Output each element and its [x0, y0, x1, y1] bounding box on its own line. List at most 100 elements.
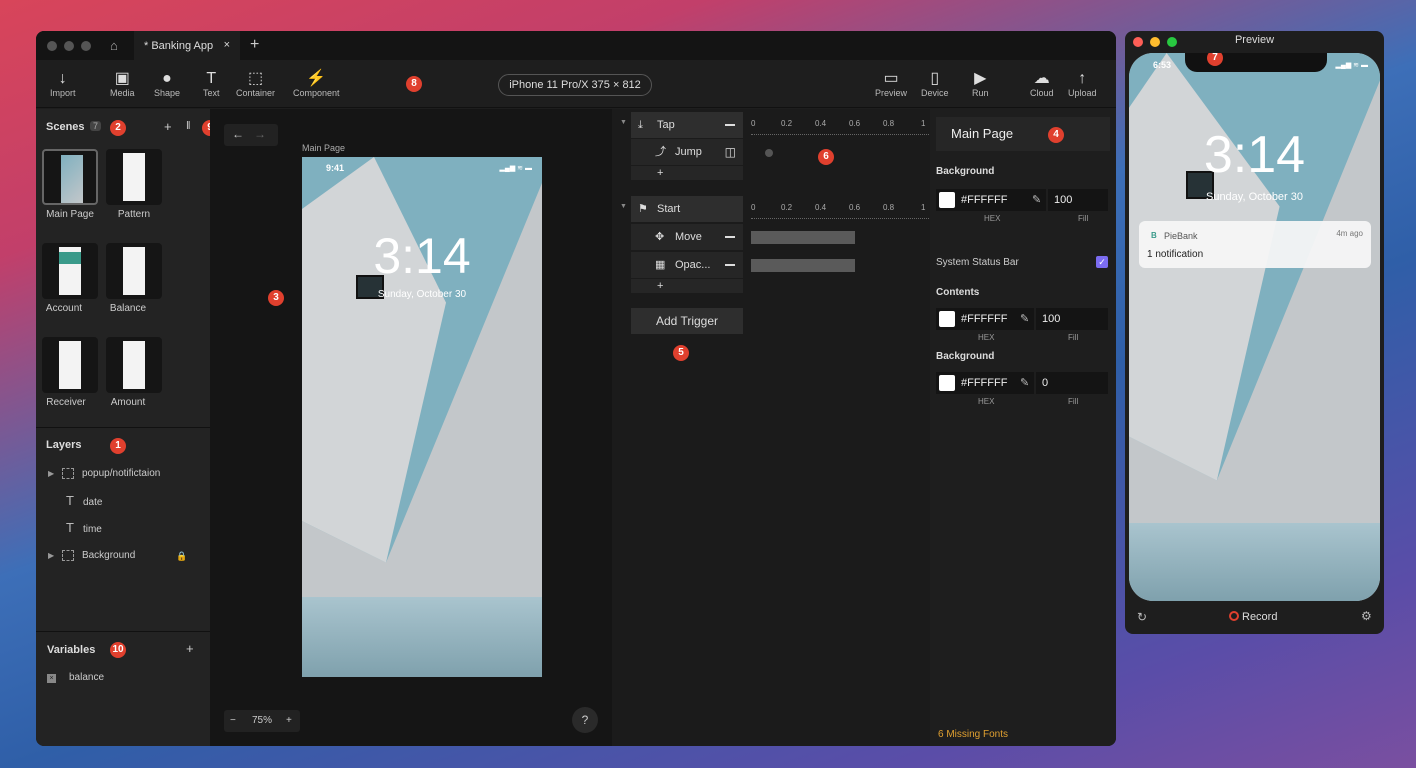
- action-opacity[interactable]: ▦ Opac...: [631, 252, 743, 278]
- run-button[interactable]: ▶ Run: [972, 70, 989, 98]
- contents-fill-input[interactable]: 100: [1036, 308, 1108, 330]
- opacity-timeline-bar[interactable]: [751, 259, 855, 272]
- scene-thumb-balance[interactable]: [106, 243, 162, 299]
- artboard-main-page[interactable]: 9:41 ▂▄▆ ≋ ▬ 3:14 Sunday, October 30: [302, 157, 542, 677]
- layer-date[interactable]: Tdate: [66, 493, 102, 509]
- tab-banking-app[interactable]: * Banking App ×: [134, 31, 240, 60]
- text-button[interactable]: T Text: [203, 70, 220, 98]
- tick: 0.8: [883, 203, 895, 212]
- media-button[interactable]: ▣ Media: [110, 70, 135, 98]
- contents-hex-input[interactable]: #FFFFFF ✎: [936, 308, 1034, 330]
- refresh-icon[interactable]: ↻: [1137, 610, 1147, 624]
- missing-fonts-link[interactable]: 6 Missing Fonts: [938, 729, 1008, 740]
- record-icon: [1229, 611, 1239, 621]
- cloud-label: Cloud: [1030, 88, 1054, 98]
- remove-icon[interactable]: [725, 264, 735, 266]
- expand-arrow-icon[interactable]: ▶: [48, 551, 54, 560]
- record-button[interactable]: Record: [1229, 611, 1277, 623]
- settings-gear-icon[interactable]: ⚙: [1361, 609, 1372, 623]
- tab-close-icon[interactable]: ×: [224, 39, 230, 51]
- device-button[interactable]: ▯ Device: [921, 70, 949, 98]
- tick: 1: [921, 119, 926, 128]
- canvas[interactable]: ←→ Main Page 3 9:41 ▂▄▆ ≋ ▬ 3:14 Sunday,…: [210, 109, 612, 746]
- left-sidebar: Scenes 7 2 + ǁ 9 Main Page Pattern Accou…: [36, 109, 218, 746]
- shape-button[interactable]: ● Shape: [154, 70, 180, 98]
- notification-card[interactable]: B PieBank 4m ago 1 notification: [1139, 221, 1371, 268]
- background-hex-input[interactable]: #FFFFFF ✎: [936, 189, 1046, 211]
- cloud-button[interactable]: ☁ Cloud: [1030, 70, 1054, 98]
- color-swatch[interactable]: [939, 311, 955, 327]
- text-layer-icon: T: [66, 520, 74, 535]
- preview-device[interactable]: 7 6:53 ▂▄▆ ≋ ▬ 3:14 Sunday, October 30 B…: [1129, 53, 1380, 601]
- tick: 0.6: [849, 119, 861, 128]
- add-action-button[interactable]: +: [631, 166, 743, 180]
- tap-icon: ⤓: [638, 119, 643, 131]
- help-button[interactable]: ?: [572, 707, 598, 733]
- expand-arrow-icon[interactable]: ▶: [48, 469, 54, 478]
- eyedropper-icon[interactable]: ✎: [1020, 308, 1029, 330]
- lock-icon[interactable]: 🔒: [176, 548, 187, 564]
- shape-icon: ●: [162, 70, 172, 87]
- zoom-in-button[interactable]: +: [286, 710, 292, 732]
- hex-caption: HEX: [978, 333, 995, 342]
- add-action-button[interactable]: +: [631, 279, 743, 293]
- action-jump[interactable]: ⤴ Jump ◫: [631, 139, 743, 165]
- background2-fill-input[interactable]: 0: [1036, 372, 1108, 394]
- window-maximize[interactable]: [81, 41, 91, 51]
- layer-popup[interactable]: ▶ popup/notifictaion: [48, 466, 160, 482]
- device-selector[interactable]: iPhone 11 Pro/X 375 × 812: [498, 74, 652, 96]
- home-icon[interactable]: ⌂: [110, 38, 118, 53]
- color-swatch[interactable]: [939, 192, 955, 208]
- eyedropper-icon[interactable]: ✎: [1032, 189, 1041, 211]
- background-fill-input[interactable]: 100: [1048, 189, 1108, 211]
- add-trigger-button[interactable]: Add Trigger: [631, 308, 743, 334]
- layer-time[interactable]: Ttime: [66, 520, 102, 536]
- import-button[interactable]: ↓ Import: [50, 70, 76, 98]
- scene-sort-icon[interactable]: ǁ: [186, 120, 191, 132]
- action-move[interactable]: ✥ Move: [631, 224, 743, 250]
- collapse-arrow-icon[interactable]: ▼: [620, 203, 627, 210]
- forward-arrow-icon[interactable]: →: [254, 127, 276, 141]
- zoom-out-button[interactable]: −: [230, 710, 236, 732]
- add-scene-button[interactable]: +: [164, 119, 172, 134]
- scene-thumb-pattern[interactable]: [106, 149, 162, 205]
- back-arrow-icon[interactable]: ←: [232, 127, 254, 141]
- variable-icon: ×: [47, 674, 56, 683]
- scene-label: Amount: [110, 397, 146, 408]
- trigger-tap[interactable]: ⤓ Tap: [631, 112, 743, 138]
- scene-title-field[interactable]: Main Page: [936, 117, 1110, 151]
- collapse-arrow-icon[interactable]: ▼: [620, 119, 627, 126]
- remove-icon[interactable]: [725, 124, 735, 126]
- background2-hex-input[interactable]: #FFFFFF ✎: [936, 372, 1034, 394]
- status-bar-checkbox[interactable]: ✓: [1096, 256, 1108, 268]
- panel-icon[interactable]: ◫: [725, 139, 736, 165]
- scene-thumb-account[interactable]: [42, 243, 98, 299]
- layer-background[interactable]: ▶ Background 🔒: [48, 548, 187, 564]
- eyedropper-icon[interactable]: ✎: [1020, 372, 1029, 394]
- color-swatch[interactable]: [939, 375, 955, 391]
- run-icon: ▶: [974, 70, 987, 87]
- timeline-keyframe[interactable]: [765, 149, 773, 157]
- scene-thumb-receiver[interactable]: [42, 337, 98, 393]
- window-close[interactable]: [47, 41, 57, 51]
- container-button[interactable]: ⬚ Container: [236, 70, 275, 98]
- component-button[interactable]: ⚡ Component: [293, 70, 340, 98]
- scene-label: Balance: [109, 303, 147, 314]
- zoom-level[interactable]: 75%: [252, 710, 272, 732]
- new-tab-button[interactable]: +: [250, 36, 259, 54]
- add-variable-button[interactable]: +: [186, 641, 194, 656]
- move-timeline-bar[interactable]: [751, 231, 855, 244]
- trigger-start[interactable]: ⚑ Start: [631, 196, 743, 222]
- badge-4: 4: [1048, 127, 1064, 143]
- scene-thumb-main-page[interactable]: [42, 149, 98, 205]
- preview-button[interactable]: ▭ Preview: [875, 70, 907, 98]
- status-bar-label: System Status Bar: [936, 257, 1019, 268]
- upload-button[interactable]: ↑ Upload: [1068, 70, 1097, 98]
- tick: 0: [751, 119, 756, 128]
- window-minimize[interactable]: [64, 41, 74, 51]
- variable-balance[interactable]: balance: [69, 672, 104, 683]
- remove-icon[interactable]: [725, 236, 735, 238]
- import-label: Import: [50, 88, 76, 98]
- tick: 0: [751, 203, 756, 212]
- scene-thumb-amount[interactable]: [106, 337, 162, 393]
